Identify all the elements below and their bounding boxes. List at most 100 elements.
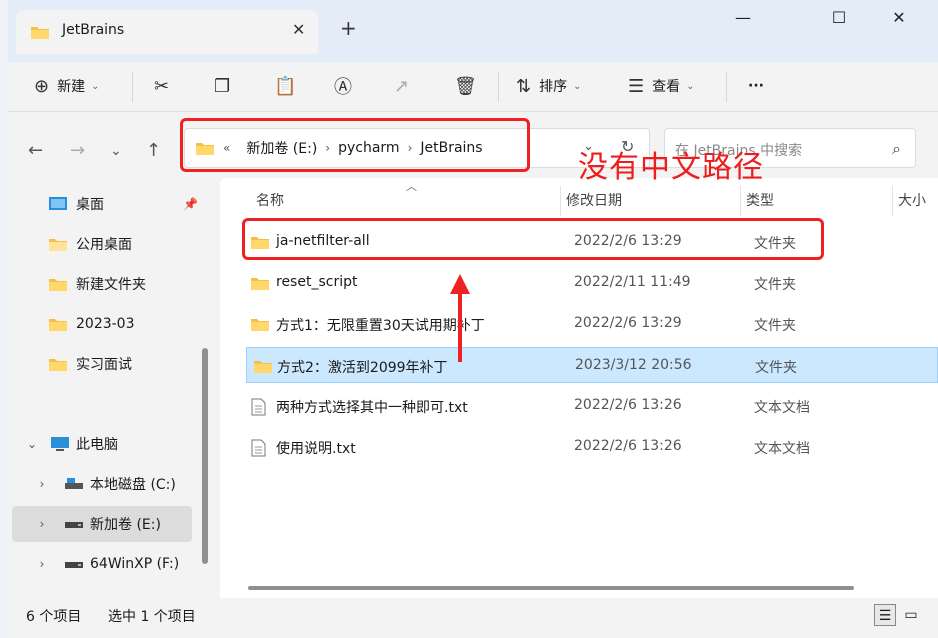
copy-icon: ❐	[214, 75, 231, 97]
file-name: 使用说明.txt	[276, 441, 356, 457]
chevron-down-icon: ⌄	[91, 80, 100, 92]
desktop-icon	[48, 196, 68, 212]
folder-icon	[250, 316, 270, 332]
cut-button[interactable]: ✂	[154, 72, 177, 100]
view-label: 查看	[652, 79, 681, 95]
column-header-size[interactable]: 大小	[898, 190, 926, 210]
sidebar-item-drive-f[interactable]: › 64WinXP (F:)	[32, 546, 180, 582]
file-modified: 2022/2/6 13:26	[574, 438, 682, 454]
sidebar-item-label: 此电脑	[76, 437, 118, 453]
back-arrow-icon[interactable]: ←	[28, 140, 43, 161]
chevron-right-icon[interactable]: ›	[32, 557, 52, 571]
more-options-button[interactable]: ···	[748, 72, 764, 100]
sidebar-item-drive-e[interactable]: › 新加卷 (E:)	[12, 506, 192, 542]
horizontal-scrollbar[interactable]	[248, 586, 854, 590]
file-modified: 2022/2/11 11:49	[574, 274, 691, 290]
file-row[interactable]: 方式1：无限重置30天试用期补丁 2022/2/6 13:29 文件夹	[236, 306, 938, 342]
file-name: reset_script	[276, 274, 358, 290]
folder-icon	[48, 356, 68, 372]
command-bar: ⊕ 新建 ⌄ ✂ ❐ 📋 Ⓐ ↗ 🗑 ⇅ 排序 ⌄ ☰ 查看 ⌄ ···	[8, 62, 938, 112]
sort-label: 排序	[539, 79, 568, 95]
sidebar-item-label: 本地磁盘 (C:)	[90, 477, 176, 493]
scissors-icon: ✂	[154, 75, 170, 97]
minimize-button[interactable]: —	[728, 8, 758, 32]
sidebar-item-drive-c[interactable]: › 本地磁盘 (C:)	[32, 466, 176, 502]
paste-icon: 📋	[274, 75, 297, 97]
sidebar-item-public-desktop[interactable]: 公用桌面	[48, 226, 132, 262]
column-header-modified[interactable]: 修改日期	[566, 190, 622, 210]
pin-icon[interactable]: 📌	[183, 197, 198, 211]
paste-button[interactable]: 📋	[274, 72, 304, 100]
annotation-box-row	[242, 218, 824, 260]
tab-title: JetBrains	[62, 22, 125, 38]
sort-arrows-icon: ⇅	[516, 75, 532, 97]
details-view-icon[interactable]: ☰	[874, 604, 896, 626]
sidebar-item-this-pc[interactable]: ⌄ 此电脑	[22, 426, 118, 462]
sidebar-item-label: 2023-03	[76, 316, 135, 332]
chevron-down-icon[interactable]: ⌄	[22, 437, 42, 451]
sort-button[interactable]: ⇅ 排序 ⌄	[516, 72, 581, 100]
file-modified: 2022/2/6 13:29	[574, 315, 682, 331]
rename-button[interactable]: Ⓐ	[334, 72, 360, 100]
chevron-right-icon[interactable]: ›	[32, 517, 52, 531]
delete-button[interactable]: 🗑	[454, 72, 485, 100]
selected-count: 选中 1 个项目	[108, 609, 196, 625]
chevron-right-icon[interactable]: ›	[32, 477, 52, 491]
annotation-box-address	[180, 118, 530, 172]
rename-icon: Ⓐ	[334, 77, 352, 98]
folder-icon	[48, 236, 68, 252]
search-icon[interactable]: ⌕	[892, 139, 901, 159]
copy-button[interactable]: ❐	[214, 72, 238, 100]
navigation-pane: 桌面 📌 公用桌面 新建文件夹 2023-03 实习面试 ⌄ 此电脑 › 本地磁…	[8, 178, 212, 598]
file-modified: 2022/2/6 13:26	[574, 397, 682, 413]
file-row-selected[interactable]: 方式2：激活到2099年补丁 2023/3/12 20:56 文件夹	[246, 347, 938, 383]
annotation-arrow-icon	[450, 274, 470, 362]
drive-icon	[64, 517, 84, 531]
sort-ascending-icon: ︿	[406, 180, 417, 193]
item-count: 6 个项目	[26, 609, 82, 625]
sidebar-item-2023-03[interactable]: 2023-03	[48, 306, 135, 342]
folder-icon	[48, 316, 68, 332]
up-arrow-icon[interactable]: ↑	[146, 140, 161, 161]
tab-jetbrains[interactable]: JetBrains ✕	[16, 10, 318, 54]
sidebar-item-label: 公用桌面	[76, 237, 132, 253]
file-type: 文件夹	[754, 277, 796, 293]
file-row[interactable]: 使用说明.txt 2022/2/6 13:26 文本文档	[236, 429, 938, 465]
title-bar: JetBrains ✕ + — ☐ ✕	[8, 0, 938, 62]
share-button[interactable]: ↗	[394, 72, 417, 100]
close-button[interactable]: ✕	[884, 8, 914, 32]
new-tab-icon[interactable]: +	[340, 18, 357, 38]
folder-icon	[250, 275, 270, 291]
maximize-button[interactable]: ☐	[824, 8, 854, 32]
file-row[interactable]: reset_script 2022/2/11 11:49 文件夹	[236, 265, 938, 301]
sidebar-item-label: 新建文件夹	[76, 277, 146, 293]
annotation-text: 没有中文路径	[578, 150, 764, 185]
file-type: 文本文档	[754, 400, 810, 416]
forward-arrow-icon[interactable]: →	[70, 140, 85, 161]
column-header-name[interactable]: 名称	[256, 190, 284, 210]
list-view-icon: ☰	[628, 75, 645, 97]
view-button[interactable]: ☰ 查看 ⌄	[628, 72, 695, 100]
column-header-type[interactable]: 类型	[746, 190, 774, 210]
share-icon: ↗	[394, 75, 410, 97]
new-button[interactable]: ⊕ 新建 ⌄	[34, 72, 99, 100]
folder-icon	[253, 358, 273, 374]
recent-chevron-icon[interactable]: ⌄	[110, 143, 122, 159]
file-modified: 2023/3/12 20:56	[575, 357, 692, 373]
folder-icon	[30, 24, 50, 40]
folder-icon	[48, 276, 68, 292]
file-row[interactable]: 两种方式选择其中一种即可.txt 2022/2/6 13:26 文本文档	[236, 388, 938, 424]
chevron-down-icon: ⌄	[573, 80, 582, 92]
sidebar-item-label: 桌面	[76, 197, 104, 213]
file-type: 文件夹	[755, 360, 797, 376]
tiles-view-icon[interactable]: ▭	[900, 604, 922, 626]
sidebar-item-new-folder[interactable]: 新建文件夹	[48, 266, 146, 302]
tab-close-icon[interactable]: ✕	[292, 20, 305, 39]
trash-icon: 🗑	[454, 75, 477, 97]
sidebar-item-desktop[interactable]: 桌面 📌	[48, 186, 198, 222]
file-name: 方式2：激活到2099年补丁	[277, 360, 448, 376]
sidebar-item-internship[interactable]: 实习面试	[48, 346, 132, 382]
text-file-icon	[250, 398, 266, 416]
file-name: 两种方式选择其中一种即可.txt	[276, 400, 468, 416]
sidebar-scrollbar[interactable]	[202, 348, 208, 564]
